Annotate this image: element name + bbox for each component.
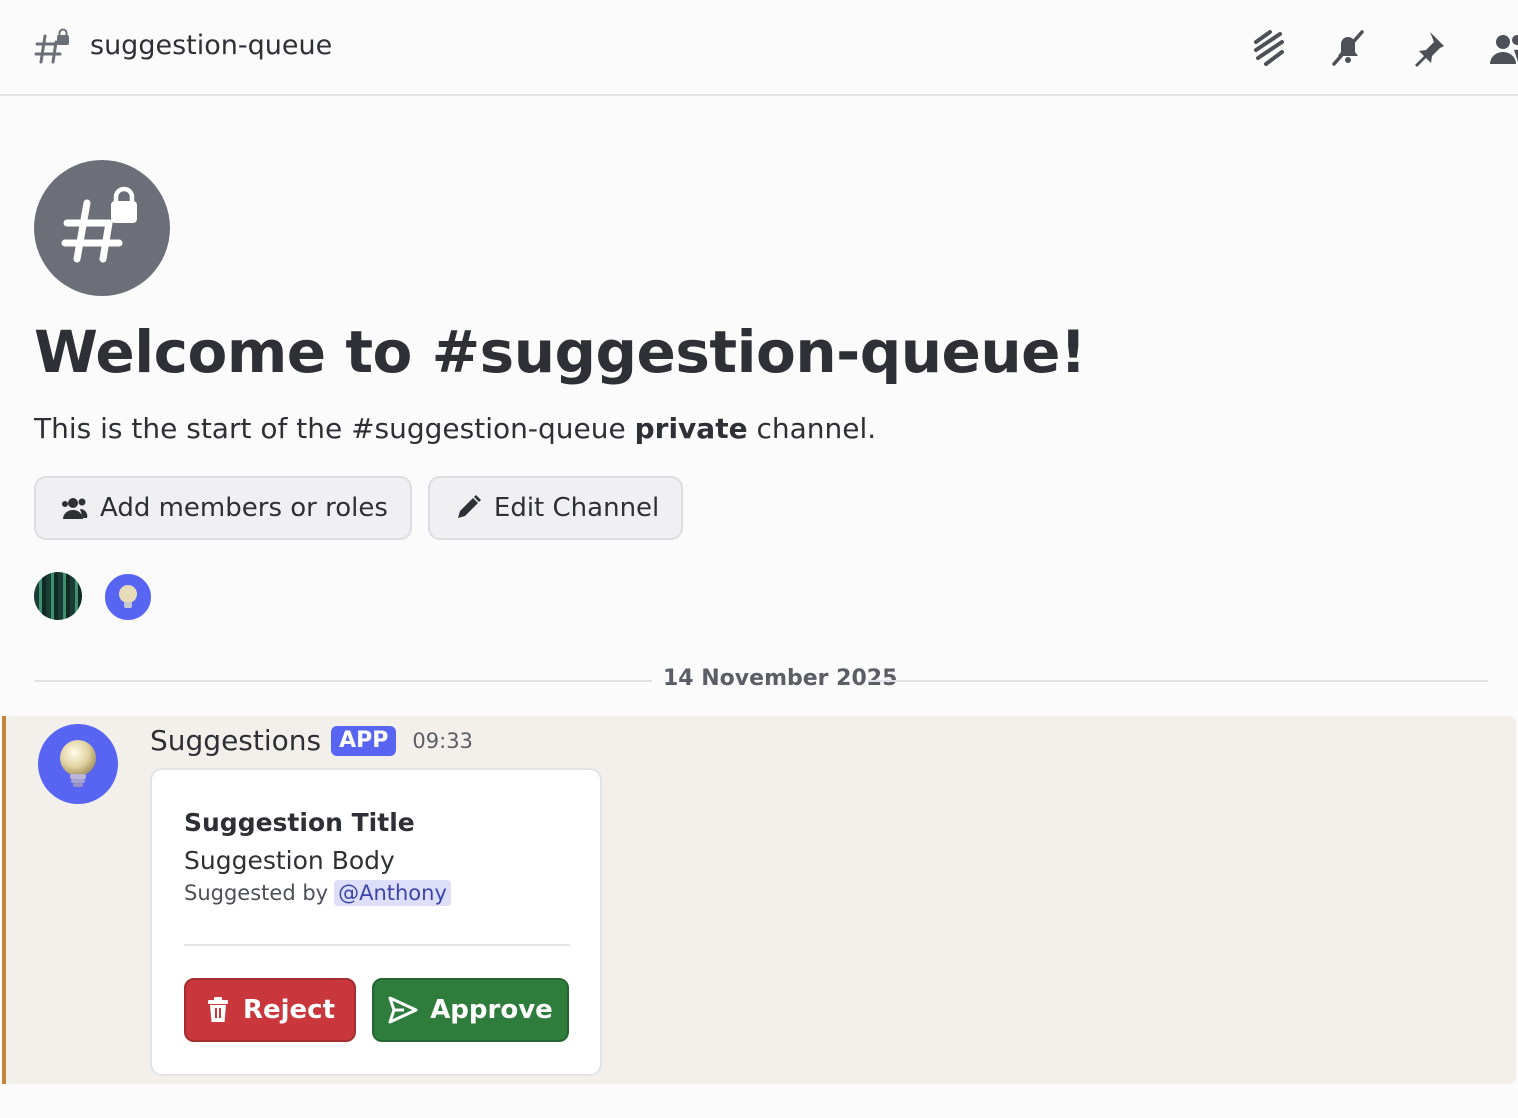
author-name[interactable]: Suggestions [150,724,321,757]
edit-channel-label: Edit Channel [493,493,660,523]
welcome-title: Welcome to #suggestion-queue! [34,318,1086,386]
welcome-actions: Add members or roles Edit Channel [34,476,699,540]
channel-name: suggestion-queue [90,30,333,61]
pin-icon[interactable] [1404,24,1452,72]
desc-text: This is the start of the #suggestion-que… [34,412,635,445]
hashtag-lock-icon [34,28,69,64]
suggestion-card: Suggestion Title Suggestion Body Suggest… [150,768,602,1076]
suggested-by-label: Suggested by [184,881,329,905]
date-divider: 14 November 2025 [34,664,1488,698]
reject-label: Reject [242,995,336,1025]
channel-avatar [34,160,170,296]
header-actions [1244,24,1518,72]
card-actions: Reject Approve [184,978,569,1042]
member-avatars [34,571,154,623]
author-avatar[interactable] [38,724,118,804]
pencil-icon [457,495,481,518]
divider-line [868,680,1488,682]
channel-header: suggestion-queue [0,0,1518,96]
members-icon[interactable] [1484,24,1518,72]
welcome-description: This is the start of the #suggestion-que… [34,412,876,445]
card-divider [184,944,570,946]
lightbulb-icon [60,740,96,787]
user-mention[interactable]: @Anthony [334,880,451,906]
message[interactable]: Suggestions APP 09:33 Suggestion Title S… [2,716,1516,1084]
mute-bell-icon[interactable] [1324,24,1372,72]
desc-text-end: channel. [747,412,877,445]
member-avatar[interactable] [34,572,82,620]
card-body: Suggestion Body [184,846,395,875]
divider-date: 14 November 2025 [663,666,898,691]
card-meta: Suggested by @Anthony [184,880,451,906]
bot-avatar[interactable] [102,571,154,623]
send-icon [388,996,418,1024]
reject-button[interactable]: Reject [184,978,356,1042]
divider-line [34,680,652,682]
lightbulb-icon [119,585,137,608]
message-header: Suggestions APP 09:33 [150,724,473,757]
threads-icon[interactable] [1244,24,1292,72]
desc-bold: private [634,412,748,445]
add-members-button[interactable]: Add members or roles [34,476,412,540]
members-icon [62,498,88,519]
approve-button[interactable]: Approve [372,978,569,1042]
welcome-avatar [34,160,170,296]
add-members-label: Add members or roles [100,493,388,523]
trash-icon [207,997,228,1022]
app-badge: APP [331,725,397,756]
approve-label: Approve [430,995,553,1025]
hashtag-lock-icon [61,186,137,263]
edit-channel-button[interactable]: Edit Channel [427,476,684,540]
message-timestamp[interactable]: 09:33 [412,729,473,753]
card-title: Suggestion Title [184,808,415,837]
